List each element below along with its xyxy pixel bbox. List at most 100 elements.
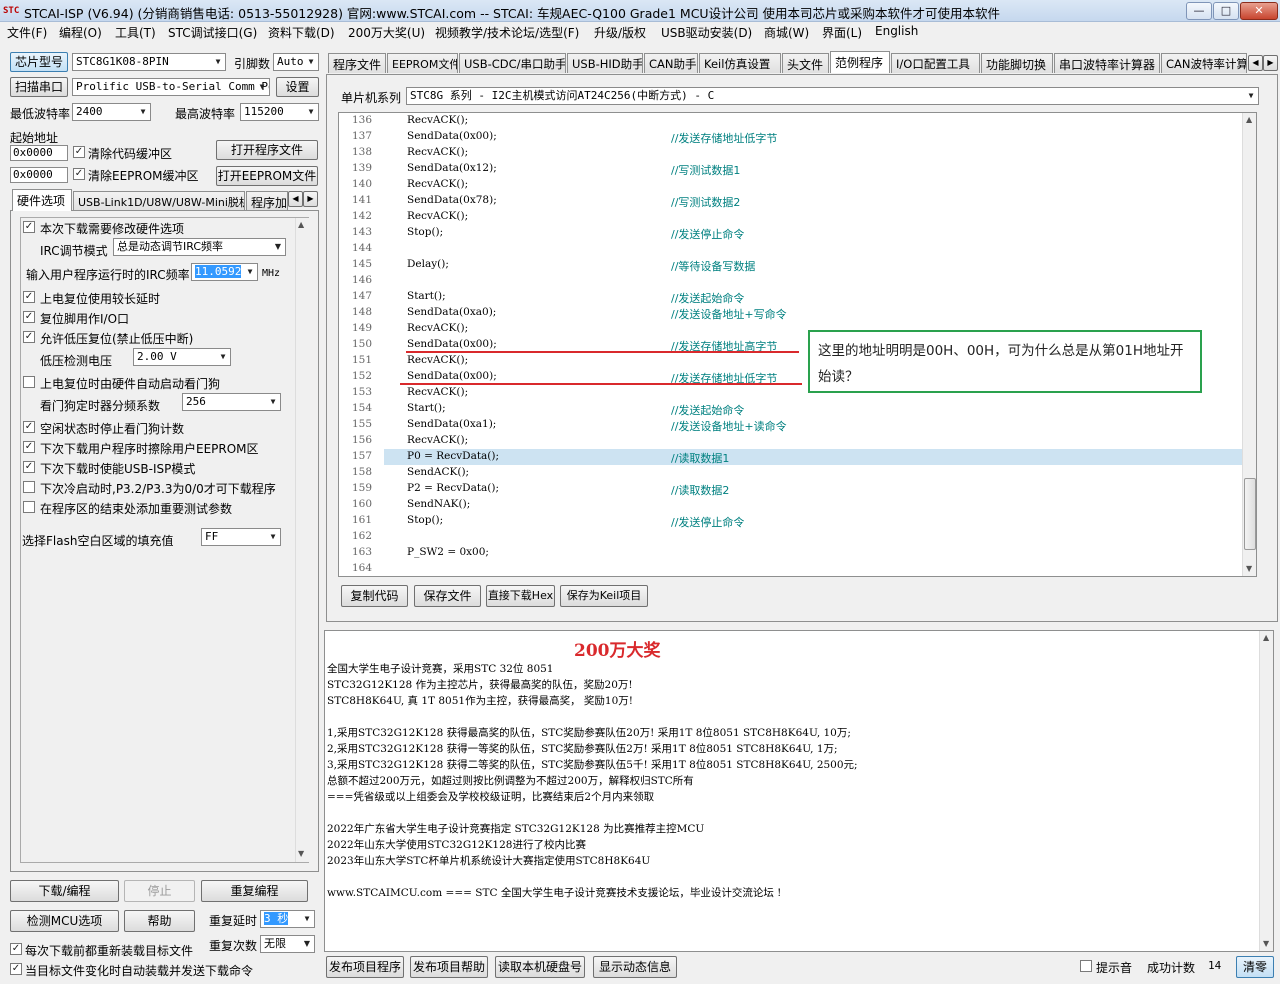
max-baud-select[interactable]: 115200 ▼ [240,103,319,121]
irc-mode-select[interactable]: 总是动态调节IRC频率 ▼ [113,238,286,256]
minimize-button[interactable]: — [1186,2,1212,20]
code-text: SendData(0x12); [407,162,497,174]
maximize-button[interactable]: □ [1213,2,1239,20]
show-dynamic-info-button[interactable]: 显示动态信息 [593,956,677,978]
example-select[interactable]: STC8G 系列 - I2C主机模式访问AT24C256(中断方式) - C ▼ [406,87,1259,105]
menu-upgrade[interactable]: 升级/版权 [594,24,646,41]
publish-help-button[interactable]: 发布项目帮助 [410,956,488,978]
stop-button[interactable]: 停止 [124,880,195,902]
port-settings-button[interactable]: 设置 [276,77,319,97]
right-tab-scroll-left-button[interactable]: ◀ [1248,55,1263,71]
log-scrollbar[interactable]: ▲ ▼ [1259,631,1273,951]
chip-model-button[interactable]: 芯片型号 [10,52,68,72]
scroll-down-icon[interactable]: ▼ [1263,939,1269,948]
tab-header-file[interactable]: 头文件 [782,53,829,73]
clear-count-button[interactable]: 清零 [1236,956,1274,978]
port-select[interactable]: Prolific USB-to-Serial Comm Port ▼ [72,78,270,96]
menu-debug[interactable]: STC调试接口(G) [168,24,257,41]
irc-freq-select[interactable]: 11.0592 ▼ [191,263,258,281]
tab-program-file[interactable]: 程序文件 [328,53,386,73]
help-button[interactable]: 帮助 [124,910,195,932]
scroll-up-icon[interactable]: ▲ [1246,115,1252,124]
tab-usb-hid[interactable]: USB-HID助手 [567,53,643,73]
scroll-down-icon[interactable]: ▼ [1246,564,1252,573]
tab-baud-calc[interactable]: 串口波特率计算器 [1054,53,1160,73]
menu-usb-driver[interactable]: USB驱动安装(D) [661,24,752,41]
tab-io-config[interactable]: I/O口配置工具 [891,53,980,73]
low-voltage-reset-checkbox[interactable]: ✓ [23,331,35,343]
lv-detect-select[interactable]: 2.00 V ▼ [133,348,231,366]
tab-examples[interactable]: 范例程序 [830,51,890,73]
reload-target-checkbox[interactable]: ✓ [10,943,22,955]
open-program-button[interactable]: 打开程序文件 [216,140,318,160]
publish-project-button[interactable]: 发布项目程序 [326,956,404,978]
copy-code-button[interactable]: 复制代码 [341,585,408,607]
hw-scrollbar[interactable]: ▲ ▼ [295,218,309,862]
menu-interface[interactable]: 界面(L) [822,24,862,41]
eeprom-address-input[interactable]: 0x0000 [10,167,68,183]
open-eeprom-button[interactable]: 打开EEPROM文件 [216,166,318,186]
annotation-underline [400,383,802,385]
min-baud-select[interactable]: 2400 ▼ [72,103,151,121]
long-delay-checkbox[interactable]: ✓ [23,291,35,303]
scroll-up-icon[interactable]: ▲ [1263,633,1269,642]
menu-file[interactable]: 文件(F) [7,24,47,41]
auto-download-checkbox[interactable]: ✓ [10,963,22,975]
menu-program[interactable]: 编程(O) [59,24,102,41]
usb-isp-label: 下次下载时使能USB-ISP模式 [40,462,196,476]
line-number: 154 [351,402,372,414]
tab-keil-debug[interactable]: Keil仿真设置 [699,53,781,73]
close-button[interactable]: ✕ [1240,2,1278,20]
repeat-program-button[interactable]: 重复编程 [201,880,308,902]
check-mcu-button[interactable]: 检测MCU选项 [10,910,119,932]
tab-eeprom-file[interactable]: EEPROM文件 [387,53,458,73]
reset-io-checkbox[interactable]: ✓ [23,311,35,323]
tab-scroll-left-button[interactable]: ◀ [288,191,303,207]
flash-fill-select[interactable]: FF ▼ [201,528,281,546]
tab-pin-switch[interactable]: 功能脚切换 [981,53,1053,73]
tab-program-add[interactable]: 程序加 [246,191,288,211]
test-params-checkbox[interactable] [23,501,35,513]
scan-port-button[interactable]: 扫描串口 [10,77,68,97]
menu-prize[interactable]: 200万大奖(U) [348,24,425,41]
repeat-count-select[interactable]: 无限 ▼ [260,935,315,953]
repeat-delay-select[interactable]: 3 秒 ▼ [260,910,315,928]
code-scrollbar[interactable]: ▲ ▼ [1242,113,1256,576]
download-program-button[interactable]: 下载/编程 [10,880,119,902]
chip-model-select[interactable]: STC8G1K08-8PIN ▼ [72,53,226,71]
tab-can-baud-calc[interactable]: CAN波特率计算 [1161,53,1247,73]
code-address-input[interactable]: 0x0000 [10,145,68,161]
right-tab-scroll-right-button[interactable]: ▶ [1263,55,1278,71]
save-file-button[interactable]: 保存文件 [414,585,481,607]
auto-wdt-checkbox[interactable] [23,376,35,388]
download-hex-button[interactable]: 直接下载Hex [486,585,555,607]
modify-hw-checkbox[interactable]: ✓ [23,221,35,233]
scroll-up-icon[interactable]: ▲ [298,220,304,229]
save-keil-project-button[interactable]: 保存为Keil项目 [560,585,648,607]
tab-usb-link[interactable]: USB-Link1D/U8W/U8W-Mini脱机 [73,191,245,211]
menu-tools[interactable]: 工具(T) [115,24,156,41]
erase-eeprom-checkbox[interactable]: ✓ [23,441,35,453]
code-comment: //读取数据1 [671,452,730,465]
line-number: 159 [351,482,372,494]
pin-count-value: Auto [277,55,304,68]
tab-scroll-right-button[interactable]: ▶ [303,191,318,207]
menu-download[interactable]: 资料下载(D) [268,24,335,41]
menu-english[interactable]: English [875,24,918,38]
menu-mall[interactable]: 商城(W) [764,24,809,41]
tab-usb-cdc[interactable]: USB-CDC/串口助手 [459,53,566,73]
sound-checkbox[interactable] [1080,960,1092,972]
pin-count-select[interactable]: Auto ▼ [273,53,319,71]
tab-hardware-options[interactable]: 硬件选项 [12,189,72,211]
scroll-down-icon[interactable]: ▼ [298,849,304,858]
read-disk-id-button[interactable]: 读取本机硬盘号 [495,956,585,978]
code-scroll-thumb[interactable] [1244,478,1256,550]
usb-isp-checkbox[interactable]: ✓ [23,461,35,473]
clear-code-checkbox[interactable]: ✓ [73,146,85,158]
idle-stop-wdt-checkbox[interactable]: ✓ [23,421,35,433]
clear-eeprom-checkbox[interactable]: ✓ [73,168,85,180]
menu-video[interactable]: 视频教学/技术论坛/选型(F) [435,24,579,41]
tab-can-helper[interactable]: CAN助手 [644,53,698,73]
wdt-divider-select[interactable]: 256 ▼ [182,393,281,411]
cold-start-checkbox[interactable] [23,481,35,493]
